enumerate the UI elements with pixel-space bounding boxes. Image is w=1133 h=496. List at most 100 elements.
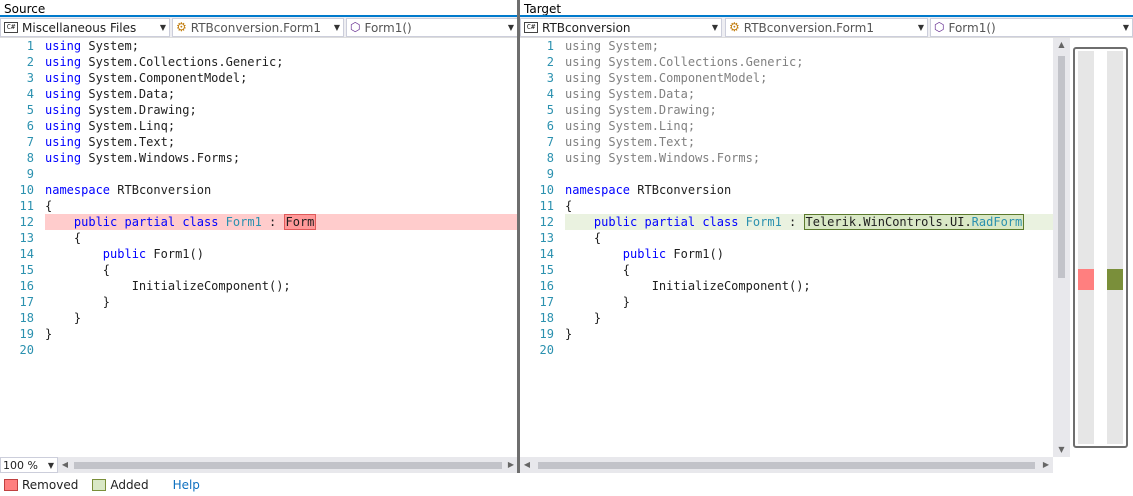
scroll-up-icon[interactable]: ▲ — [1053, 38, 1070, 52]
code-line: 18 } — [0, 310, 518, 326]
line-number: 1 — [26, 39, 34, 53]
line-number: 13 — [19, 231, 34, 245]
line-number: 11 — [539, 199, 554, 213]
line-number: 7 — [26, 135, 34, 149]
code-line: 11{ — [520, 198, 1053, 214]
target-type-label: RTBconversion.Form1 — [743, 20, 874, 35]
code-line: 10 namespace RTBconversion — [0, 182, 518, 198]
line-number: 3 — [26, 71, 34, 85]
scroll-thumb[interactable] — [1058, 56, 1065, 278]
csharp-file-icon: C# — [524, 22, 538, 33]
line-number: 17 — [19, 295, 34, 309]
line-number: 20 — [19, 343, 34, 357]
legend-added: Added — [92, 478, 149, 492]
line-number: 16 — [539, 279, 554, 293]
zoom-dropdown[interactable]: 100 % ▼ — [0, 457, 58, 473]
target-project-dropdown[interactable]: C# RTBconversion ▼ — [520, 18, 722, 37]
scroll-right-icon[interactable]: ▶ — [1039, 457, 1053, 473]
removed-swatch — [4, 478, 18, 491]
target-type-dropdown[interactable]: ⚙ RTBconversion.Form1 ▼ — [725, 18, 928, 37]
line-number: 10 — [19, 183, 34, 197]
source-pane: Source C# Miscellaneous Files ▼ ⚙ RTBcon… — [0, 0, 518, 473]
source-member-label: Form1() — [364, 20, 412, 35]
line-number: 3 — [546, 71, 554, 85]
line-number: 18 — [19, 311, 34, 325]
code-line: 16 InitializeComponent(); — [0, 278, 518, 294]
source-horizontal-scrollbar[interactable]: ◀ ▶ — [58, 457, 518, 473]
chevron-down-icon: ▼ — [1122, 23, 1130, 32]
source-member-dropdown[interactable]: ⬡ Form1() ▼ — [346, 18, 518, 37]
line-number: 4 — [546, 87, 554, 101]
method-icon: ⬡ — [350, 20, 361, 34]
line-number: 14 — [19, 247, 34, 261]
chevron-down-icon: ▼ — [711, 23, 719, 32]
class-icon: ⚙ — [176, 20, 187, 34]
source-type-label: RTBconversion.Form1 — [190, 20, 321, 35]
target-pane: Target C# RTBconversion ▼ ⚙ RTBconversio… — [520, 0, 1133, 473]
line-number: 5 — [546, 103, 554, 117]
target-vertical-scrollbar[interactable]: ▲ ▼ — [1053, 38, 1070, 457]
line-number: 12 — [19, 215, 34, 229]
added-swatch — [92, 478, 107, 491]
line-number: 12 — [539, 215, 554, 229]
scroll-left-icon[interactable]: ◀ — [520, 457, 534, 473]
code-line: 19} — [520, 326, 1053, 342]
code-line: 14 public Form1() — [520, 246, 1053, 262]
source-project-label: Miscellaneous Files — [22, 20, 137, 35]
line-number: 16 — [19, 279, 34, 293]
code-line: 18 } — [520, 310, 1053, 326]
code-line: 1 using System; — [0, 38, 518, 54]
line-number: 10 — [539, 183, 554, 197]
scroll-right-icon[interactable]: ▶ — [504, 457, 518, 473]
code-line: 4 using System.Data; — [520, 86, 1053, 102]
code-line: 8 using System.Windows.Forms; — [520, 150, 1053, 166]
class-icon: ⚙ — [729, 20, 740, 34]
code-line: 6 using System.Linq; — [520, 118, 1053, 134]
code-line: 3 using System.ComponentModel; — [520, 70, 1053, 86]
help-link[interactable]: Help — [173, 478, 200, 492]
method-icon: ⬡ — [934, 20, 945, 34]
target-horizontal-scrollbar[interactable]: ◀ ▶ — [520, 457, 1053, 473]
scroll-thumb[interactable] — [74, 462, 502, 469]
legend-bar: Removed Added Help — [0, 473, 1133, 496]
line-number: 1 — [546, 39, 554, 53]
code-line: 15 { — [0, 262, 518, 278]
line-number: 14 — [539, 247, 554, 261]
line-number: 7 — [546, 135, 554, 149]
source-project-dropdown[interactable]: C# Miscellaneous Files ▼ — [0, 18, 170, 37]
target-code-editor[interactable]: 1 using System; 2 using System.Collections… — [520, 38, 1053, 457]
diff-overview-map[interactable] — [1073, 47, 1128, 448]
source-type-dropdown[interactable]: ⚙ RTBconversion.Form1 ▼ — [172, 18, 344, 37]
line-number: 15 — [19, 263, 34, 277]
chevron-down-icon: ▼ — [159, 23, 167, 32]
source-pane-title: Source — [4, 2, 46, 16]
overview-added-marker[interactable] — [1107, 269, 1123, 290]
removed-code-line: 12 public partial class Form1 : Form — [0, 214, 518, 230]
scroll-left-icon[interactable]: ◀ — [58, 457, 72, 473]
scroll-thumb[interactable] — [538, 462, 1035, 469]
line-number: 5 — [26, 103, 34, 117]
code-line: 7 using System.Text; — [520, 134, 1053, 150]
code-line: 4 using System.Data; — [0, 86, 518, 102]
source-code-editor[interactable]: 1 using System; 2 using System.Collections… — [0, 38, 518, 457]
target-pane-title: Target — [524, 2, 562, 16]
code-line: 10 namespace RTBconversion — [520, 182, 1053, 198]
code-line: 17 } — [0, 294, 518, 310]
chevron-down-icon: ▼ — [333, 23, 341, 32]
code-line: 13 { — [0, 230, 518, 246]
target-member-dropdown[interactable]: ⬡ Form1() ▼ — [930, 18, 1133, 37]
line-number: 20 — [539, 343, 554, 357]
code-line: 14 public Form1() — [0, 246, 518, 262]
overview-target-column — [1107, 51, 1123, 444]
target-project-label: RTBconversion — [542, 20, 631, 35]
code-line: 16 InitializeComponent(); — [520, 278, 1053, 294]
overview-removed-marker[interactable] — [1078, 269, 1094, 290]
code-line: 5 using System.Drawing; — [0, 102, 518, 118]
code-line: 15 { — [520, 262, 1053, 278]
code-line: 2 using System.Collections.Generic; — [0, 54, 518, 70]
target-member-label: Form1() — [948, 20, 996, 35]
code-line: 3 using System.ComponentModel; — [0, 70, 518, 86]
line-number: 13 — [539, 231, 554, 245]
scroll-down-icon[interactable]: ▼ — [1053, 443, 1070, 457]
line-number: 19 — [539, 327, 554, 341]
